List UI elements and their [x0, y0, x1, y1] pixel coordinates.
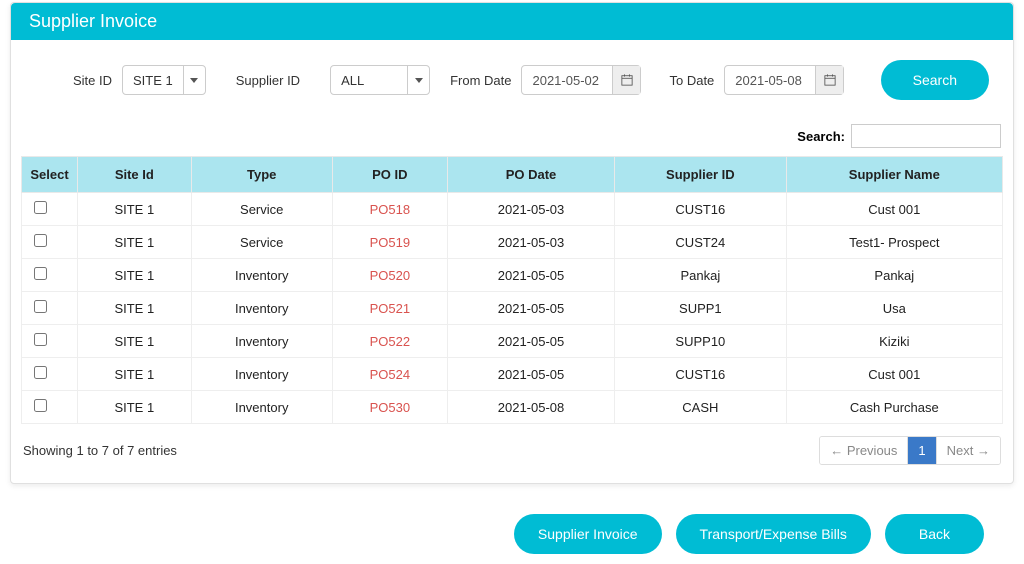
col-supplier-name[interactable]: Supplier Name	[786, 157, 1002, 193]
cell-po-id[interactable]: PO520	[332, 259, 447, 292]
cell-type: Inventory	[191, 259, 332, 292]
filter-bar: Site ID SITE 1 Supplier ID ALL From Date…	[11, 40, 1013, 114]
table-footer: Showing 1 to 7 of 7 entries ← Previous 1…	[11, 424, 1013, 483]
row-select-checkbox[interactable]	[34, 300, 47, 313]
from-date-input[interactable]: 2021-05-02	[521, 65, 641, 95]
cell-po-date: 2021-05-05	[447, 325, 614, 358]
col-type[interactable]: Type	[191, 157, 332, 193]
table-row: SITE 1InventoryPO5302021-05-08CASHCash P…	[22, 391, 1003, 424]
row-select-checkbox[interactable]	[34, 333, 47, 346]
cell-supplier-name: Pankaj	[786, 259, 1002, 292]
cell-supplier-name: Cust 001	[786, 193, 1002, 226]
table-row: SITE 1InventoryPO5242021-05-05CUST16Cust…	[22, 358, 1003, 391]
back-button[interactable]: Back	[885, 514, 984, 554]
col-po-date[interactable]: PO Date	[447, 157, 614, 193]
row-select-checkbox[interactable]	[34, 399, 47, 412]
cell-site-id: SITE 1	[78, 391, 192, 424]
col-select[interactable]: Select	[22, 157, 78, 193]
bottom-action-bar: Supplier Invoice Transport/Expense Bills…	[0, 494, 1024, 564]
cell-po-date: 2021-05-05	[447, 292, 614, 325]
page-title: Supplier Invoice	[11, 3, 1013, 40]
cell-po-date: 2021-05-03	[447, 226, 614, 259]
pager: ← Previous 1 Next →	[819, 436, 1001, 465]
cell-po-date: 2021-05-03	[447, 193, 614, 226]
site-id-value: SITE 1	[123, 73, 183, 88]
cell-supplier-id: CUST16	[615, 358, 786, 391]
cell-po-id[interactable]: PO518	[332, 193, 447, 226]
row-select-checkbox[interactable]	[34, 201, 47, 214]
col-po-id[interactable]: PO ID	[332, 157, 447, 193]
site-id-select[interactable]: SITE 1	[122, 65, 206, 95]
cell-supplier-name: Usa	[786, 292, 1002, 325]
cell-site-id: SITE 1	[78, 226, 192, 259]
row-select-checkbox[interactable]	[34, 267, 47, 280]
cell-type: Inventory	[191, 391, 332, 424]
calendar-icon[interactable]	[612, 66, 640, 94]
chevron-down-icon[interactable]	[407, 66, 429, 94]
cell-po-id[interactable]: PO522	[332, 325, 447, 358]
cell-supplier-name: Cust 001	[786, 358, 1002, 391]
cell-type: Inventory	[191, 358, 332, 391]
table-search-row: Search:	[11, 114, 1013, 156]
cell-type: Service	[191, 226, 332, 259]
pager-page-1[interactable]: 1	[908, 437, 936, 464]
cell-type: Inventory	[191, 325, 332, 358]
from-date-label: From Date	[450, 73, 511, 88]
cell-site-id: SITE 1	[78, 259, 192, 292]
calendar-icon[interactable]	[815, 66, 843, 94]
to-date-input[interactable]: 2021-05-08	[724, 65, 844, 95]
table-row: SITE 1InventoryPO5202021-05-05PankajPank…	[22, 259, 1003, 292]
cell-supplier-name: Cash Purchase	[786, 391, 1002, 424]
supplier-invoice-button[interactable]: Supplier Invoice	[514, 514, 662, 554]
pager-previous[interactable]: ← Previous	[820, 437, 908, 464]
cell-supplier-id: CUST24	[615, 226, 786, 259]
supplier-id-label: Supplier ID	[236, 73, 300, 88]
table-row: SITE 1InventoryPO5212021-05-05SUPP1Usa	[22, 292, 1003, 325]
cell-supplier-id: CUST16	[615, 193, 786, 226]
cell-site-id: SITE 1	[78, 325, 192, 358]
table-info: Showing 1 to 7 of 7 entries	[23, 443, 177, 458]
table-row: SITE 1InventoryPO5222021-05-05SUPP10Kizi…	[22, 325, 1003, 358]
cell-supplier-name: Kiziki	[786, 325, 1002, 358]
invoice-table: Select Site Id Type PO ID PO Date Suppli…	[21, 156, 1003, 424]
cell-site-id: SITE 1	[78, 193, 192, 226]
col-supplier-id[interactable]: Supplier ID	[615, 157, 786, 193]
cell-po-id[interactable]: PO524	[332, 358, 447, 391]
table-row: SITE 1ServicePO5192021-05-03CUST24Test1-…	[22, 226, 1003, 259]
site-id-label: Site ID	[73, 73, 112, 88]
cell-type: Inventory	[191, 292, 332, 325]
cell-supplier-name: Test1- Prospect	[786, 226, 1002, 259]
cell-po-id[interactable]: PO521	[332, 292, 447, 325]
supplier-id-select[interactable]: ALL	[330, 65, 430, 95]
supplier-id-value: ALL	[331, 73, 407, 88]
cell-po-date: 2021-05-05	[447, 259, 614, 292]
transport-expense-button[interactable]: Transport/Expense Bills	[676, 514, 871, 554]
cell-type: Service	[191, 193, 332, 226]
table-row: SITE 1ServicePO5182021-05-03CUST16Cust 0…	[22, 193, 1003, 226]
row-select-checkbox[interactable]	[34, 234, 47, 247]
pager-next[interactable]: Next →	[937, 437, 1000, 464]
cell-supplier-id: Pankaj	[615, 259, 786, 292]
cell-site-id: SITE 1	[78, 358, 192, 391]
row-select-checkbox[interactable]	[34, 366, 47, 379]
table-search-label: Search:	[797, 129, 845, 144]
supplier-invoice-panel: Supplier Invoice Site ID SITE 1 Supplier…	[10, 2, 1014, 484]
search-button[interactable]: Search	[881, 60, 989, 100]
cell-supplier-id: SUPP10	[615, 325, 786, 358]
to-date-label: To Date	[669, 73, 714, 88]
from-date-value: 2021-05-02	[522, 73, 612, 88]
to-date-value: 2021-05-08	[725, 73, 815, 88]
cell-site-id: SITE 1	[78, 292, 192, 325]
cell-po-date: 2021-05-08	[447, 391, 614, 424]
chevron-down-icon[interactable]	[183, 66, 205, 94]
cell-supplier-id: SUPP1	[615, 292, 786, 325]
col-site-id[interactable]: Site Id	[78, 157, 192, 193]
cell-po-date: 2021-05-05	[447, 358, 614, 391]
cell-po-id[interactable]: PO530	[332, 391, 447, 424]
cell-supplier-id: CASH	[615, 391, 786, 424]
table-search-input[interactable]	[851, 124, 1001, 148]
cell-po-id[interactable]: PO519	[332, 226, 447, 259]
